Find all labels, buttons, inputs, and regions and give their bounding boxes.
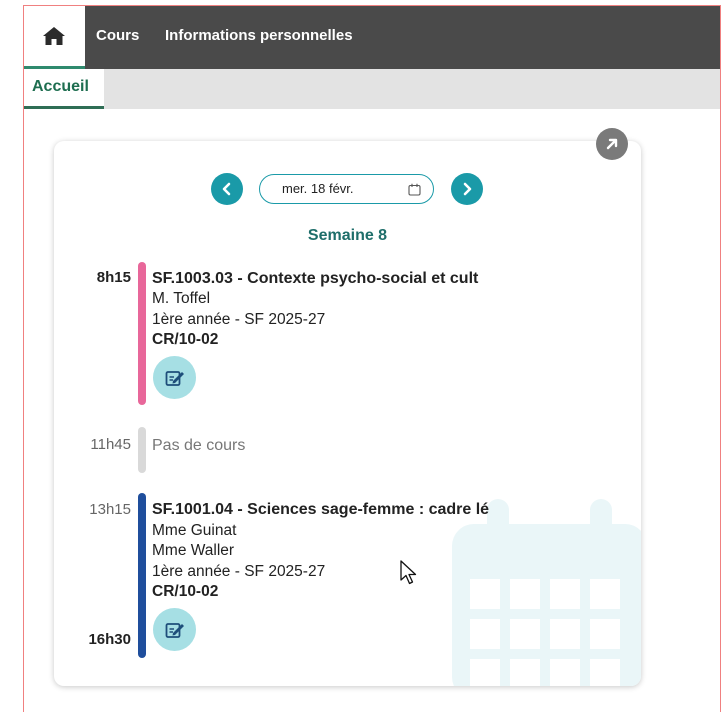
course-color-bar xyxy=(138,262,146,405)
course-title[interactable]: SF.1001.04 - Sciences sage-femme : cadre… xyxy=(152,501,489,519)
nav-link-cours[interactable]: Cours xyxy=(96,27,139,44)
week-label: Semaine 8 xyxy=(307,227,388,244)
edit-icon xyxy=(165,622,184,638)
chevron-right-icon xyxy=(463,182,472,196)
calendar-icon xyxy=(408,183,421,196)
date-picker-value: mer. 18 févr. xyxy=(282,181,354,196)
next-day-button[interactable] xyxy=(451,173,483,205)
schedule-card: mer. 18 févr. Semaine 8 8h15 SF.1003.03 … xyxy=(54,141,641,686)
app-frame: Cours Informations personnelles Accueil xyxy=(23,5,721,712)
edit-icon xyxy=(165,370,184,386)
expand-widget-button[interactable] xyxy=(596,128,628,160)
gap-start-time: 11h45 xyxy=(90,436,131,453)
arrow-up-right-icon xyxy=(606,138,618,150)
course-title[interactable]: SF.1003.03 - Contexte psycho-social et c… xyxy=(152,270,478,288)
gap-color-bar xyxy=(138,427,146,473)
mouse-cursor-icon xyxy=(400,560,417,585)
course-end-time: 16h30 xyxy=(88,631,131,648)
course-color-bar xyxy=(138,493,146,658)
calendar-watermark-icon xyxy=(452,499,641,686)
course-start-time: 13h15 xyxy=(89,501,131,518)
course-group: 1ère année - SF 2025-27 xyxy=(152,563,326,580)
course-notes-button[interactable] xyxy=(153,356,196,399)
course-teacher: Mme Waller xyxy=(152,542,235,559)
course-teacher: Mme Guinat xyxy=(152,522,237,539)
tab-accueil[interactable]: Accueil xyxy=(24,69,104,109)
course-start-time: 8h15 xyxy=(96,269,131,286)
date-picker[interactable]: mer. 18 févr. xyxy=(259,174,434,204)
home-icon xyxy=(43,27,65,45)
chevron-left-icon xyxy=(222,182,231,196)
course-teacher: M. Toffel xyxy=(152,290,211,307)
course-room: CR/10-02 xyxy=(152,583,219,600)
nav-link-informations-personnelles[interactable]: Informations personnelles xyxy=(165,27,353,44)
course-group: 1ère année - SF 2025-27 xyxy=(152,311,326,328)
course-notes-button[interactable] xyxy=(153,608,196,651)
course-room: CR/10-02 xyxy=(152,331,219,348)
no-class-label: Pas de cours xyxy=(152,437,246,454)
home-tab[interactable] xyxy=(24,6,85,69)
sub-navigation-bar xyxy=(24,69,720,109)
previous-day-button[interactable] xyxy=(211,173,243,205)
